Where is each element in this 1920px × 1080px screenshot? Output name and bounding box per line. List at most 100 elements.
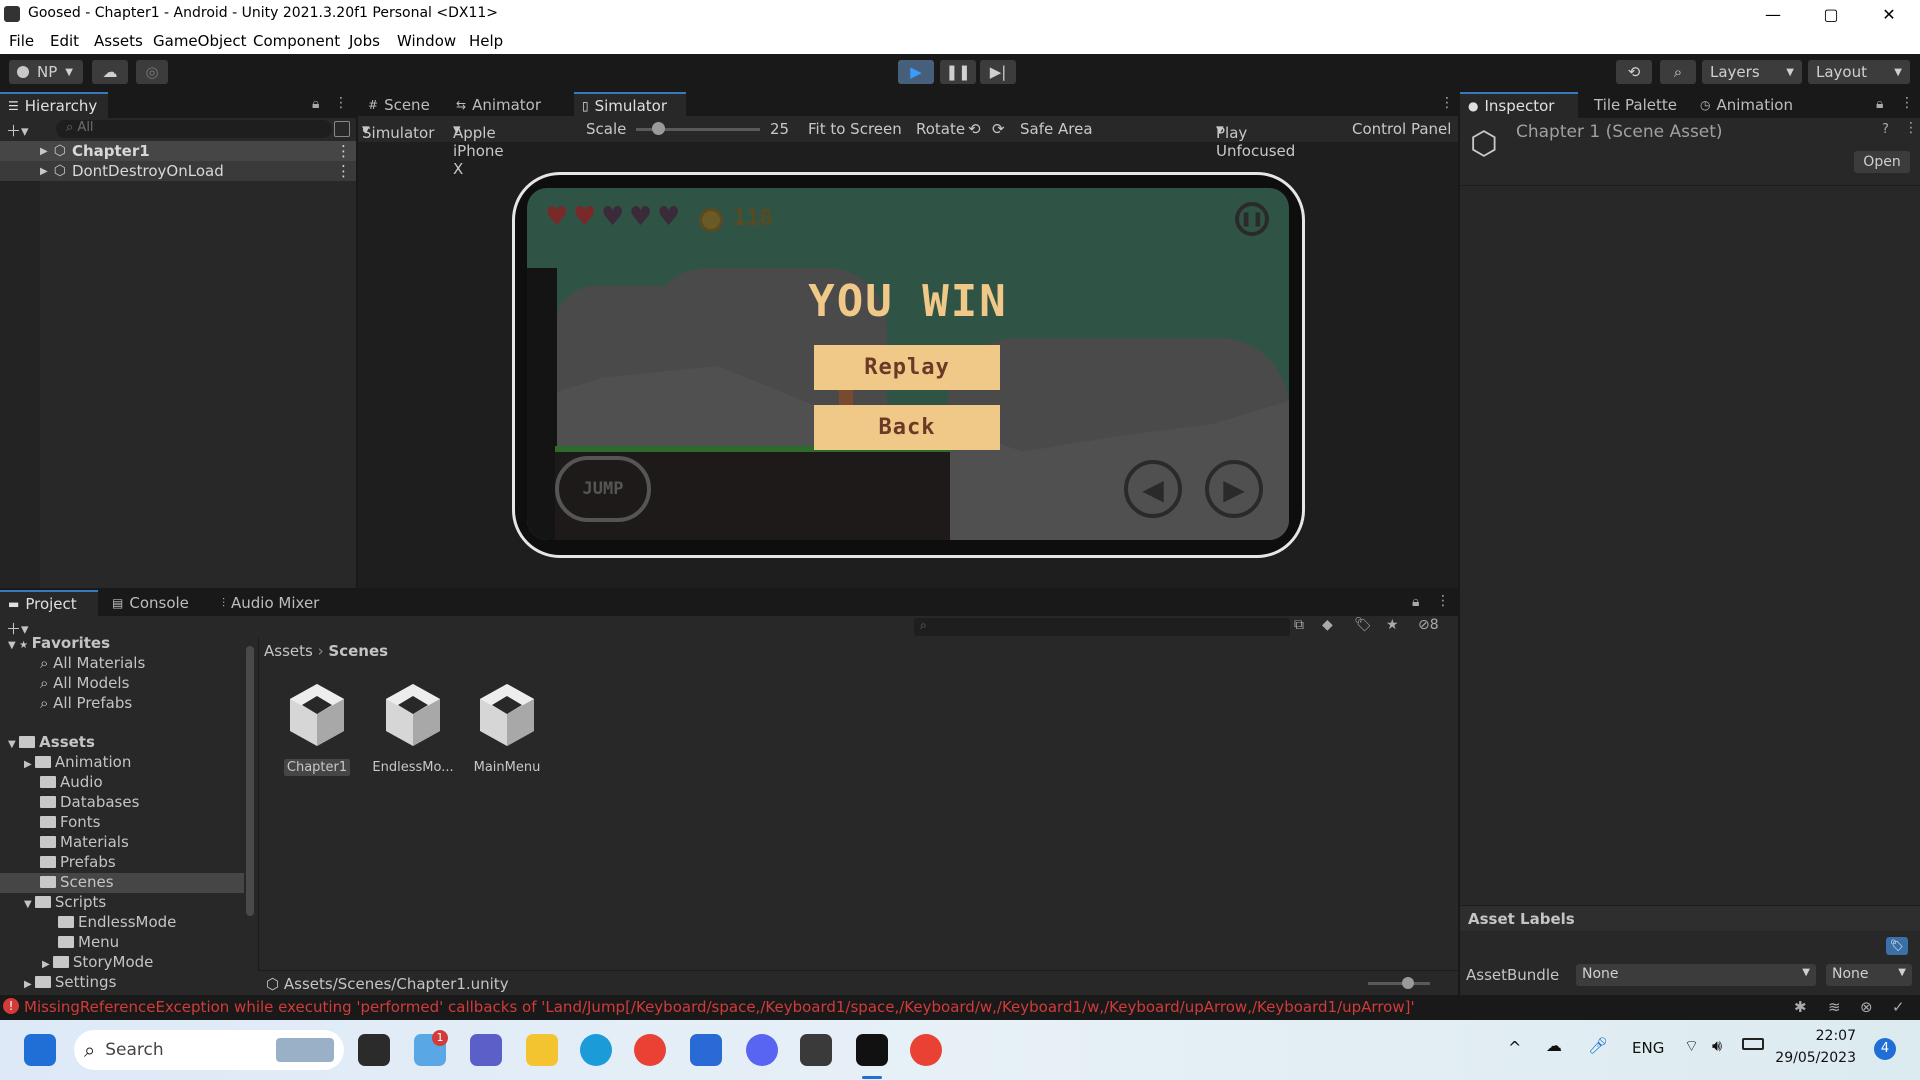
asset-endlessmode[interactable]: EndlessMo... <box>368 680 458 775</box>
more-options-icon[interactable]: ⋮ <box>336 162 351 180</box>
control-panel-button[interactable]: Control Panel <box>1352 120 1451 138</box>
rotate-right-icon[interactable]: ⟳ <box>992 120 1005 138</box>
more-options-icon[interactable]: ⋮ <box>1900 95 1914 111</box>
language-indicator[interactable]: ENG <box>1632 1039 1664 1057</box>
task-view-icon[interactable] <box>358 1034 390 1066</box>
pause-game-button[interactable]: ❚❚ <box>1235 202 1269 236</box>
play-button[interactable]: ▶ <box>898 60 934 84</box>
icon-size-slider-thumb[interactable] <box>1402 977 1414 989</box>
asset-mainmenu[interactable]: MainMenu <box>462 680 552 775</box>
teams-icon[interactable] <box>470 1034 502 1066</box>
chrome-profile-icon[interactable] <box>910 1034 942 1066</box>
tab-inspector[interactable]: ● Inspector <box>1460 92 1578 118</box>
menu-assets[interactable]: Assets <box>94 32 143 50</box>
icon-size-slider[interactable] <box>1368 982 1430 985</box>
collab-button[interactable]: ◎ <box>136 60 168 84</box>
chevron-up-icon[interactable]: ^ <box>1508 1038 1521 1057</box>
tab-project[interactable]: ▬ Project <box>0 590 98 616</box>
folder-item[interactable]: Audio <box>40 773 103 791</box>
assetbundle-dropdown[interactable]: None ▼ <box>1576 964 1816 986</box>
lock-icon[interactable]: 🔒︎ <box>1876 96 1883 112</box>
lock-icon[interactable]: 🔒︎ <box>1412 594 1419 610</box>
tab-audio-mixer[interactable]: ⫶ Audio Mixer <box>214 590 327 616</box>
folder-item[interactable]: Fonts <box>40 813 100 831</box>
tab-simulator[interactable]: ▯ Simulator <box>574 92 686 118</box>
asset-chapter1[interactable]: Chapter1 <box>272 680 362 776</box>
maximize-button[interactable]: ▢ <box>1802 0 1860 28</box>
cloud-button[interactable]: ☁ <box>92 60 128 84</box>
unity-hub-icon[interactable] <box>800 1034 832 1066</box>
favorite-item[interactable]: ⌕ All Materials <box>40 654 145 672</box>
tab-scene[interactable]: # Scene <box>360 92 438 118</box>
more-options-icon[interactable]: ⋮ <box>336 142 351 160</box>
layers-dropdown[interactable]: Layers ▼ <box>1702 60 1802 84</box>
stack-icon[interactable]: ≋ <box>1828 998 1841 1016</box>
open-button[interactable]: Open <box>1854 151 1910 173</box>
battery-icon[interactable] <box>1742 1038 1764 1050</box>
menu-component[interactable]: Component <box>253 32 340 50</box>
type-filter-icon[interactable]: ◆ <box>1322 617 1333 633</box>
folder-item[interactable]: Databases <box>40 793 139 811</box>
assets-root[interactable]: ▼ Assets <box>8 733 95 751</box>
folder-item[interactable]: EndlessMode <box>58 913 176 931</box>
bug-icon[interactable]: ✱ <box>1794 998 1807 1016</box>
tree-scrollbar[interactable] <box>246 646 254 916</box>
onedrive-icon[interactable]: ☁ <box>1546 1036 1562 1055</box>
clock-date[interactable]: 29/05/2023 <box>1766 1050 1856 1066</box>
tab-console[interactable]: ▤ Console <box>104 590 197 616</box>
minimize-button[interactable]: — <box>1744 0 1802 28</box>
more-options-icon[interactable]: ⋮ <box>1436 593 1450 609</box>
wifi-icon[interactable]: ⌔ <box>1684 1036 1699 1056</box>
microphone-icon[interactable]: 🎤︎ <box>1588 1036 1608 1055</box>
account-button[interactable]: NP ▼ <box>9 60 83 84</box>
tag-icon[interactable]: 🏷︎ <box>1886 937 1908 955</box>
fit-to-screen-button[interactable]: Fit to Screen <box>808 120 902 138</box>
folder-item[interactable]: ▼ Scripts <box>24 893 106 911</box>
file-explorer-icon[interactable] <box>526 1034 558 1066</box>
step-button[interactable]: ▶| <box>980 60 1016 84</box>
menu-help[interactable]: Help <box>469 32 503 50</box>
folder-item[interactable]: ▶ Animation <box>24 753 131 771</box>
edge-icon[interactable] <box>580 1034 612 1066</box>
create-button[interactable]: ＋▾ <box>6 120 42 140</box>
favorites-header[interactable]: ▼ ★ Favorites <box>8 634 110 652</box>
menu-jobs[interactable]: Jobs <box>349 32 380 50</box>
clock-time[interactable]: 22:07 <box>1786 1028 1856 1044</box>
hierarchy-search-input[interactable]: ⌕ All <box>56 120 332 138</box>
menu-file[interactable]: File <box>9 32 34 50</box>
right-arrow-button[interactable]: ▶ <box>1205 460 1263 518</box>
unity-editor-icon[interactable] <box>856 1034 888 1066</box>
tab-animator[interactable]: ⇆ Animator <box>448 92 549 118</box>
folder-item[interactable]: ▶ Settings <box>24 973 116 991</box>
filter-icon[interactable] <box>334 121 350 137</box>
chrome-icon[interactable] <box>634 1034 666 1066</box>
status-bar[interactable]: ! MissingReferenceException while execut… <box>0 995 1920 1020</box>
discord-icon[interactable] <box>746 1034 778 1066</box>
favorite-star-icon[interactable]: ★ <box>1386 617 1399 633</box>
folder-item[interactable]: ▶ StoryMode <box>42 953 153 971</box>
folder-item[interactable]: Materials <box>40 833 129 851</box>
hierarchy-item-dontdestroyonload[interactable]: ▶ ⬡ DontDestroyOnLoad ⋮ <box>0 161 356 181</box>
project-search-input[interactable]: ⌕ <box>914 618 1290 636</box>
more-options-icon[interactable]: ⋮ <box>1904 120 1918 136</box>
lock-icon[interactable]: 🔒︎ <box>312 96 319 112</box>
pause-button[interactable]: ❚❚ <box>940 60 976 84</box>
volume-icon[interactable]: 🔊︎ <box>1712 1036 1722 1056</box>
notification-badge[interactable]: 4 <box>1874 1038 1896 1060</box>
safe-area-toggle[interactable]: Safe Area <box>1020 120 1093 138</box>
hierarchy-item-chapter1[interactable]: ▶ ⬡ Chapter1 ⋮ <box>0 141 356 161</box>
simulator-mode-dropdown[interactable]: Simulator ▾ <box>362 120 434 142</box>
rotate-left-icon[interactable]: ⟲ <box>968 120 981 138</box>
variant-dropdown[interactable]: None ▼ <box>1826 964 1912 986</box>
help-icon[interactable]: ? <box>1882 122 1889 137</box>
network-icon[interactable]: ⊗ <box>1860 998 1873 1016</box>
tab-animation[interactable]: ◷ Animation <box>1692 92 1801 118</box>
check-icon[interactable]: ✓ <box>1892 998 1905 1016</box>
search-filter-icon[interactable]: ⧉ <box>1294 617 1304 633</box>
play-mode-dropdown[interactable]: Play Unfocused ▾ <box>1216 120 1295 160</box>
store-icon[interactable] <box>690 1034 722 1066</box>
search-button[interactable]: ⌕ <box>1660 60 1696 84</box>
layout-dropdown[interactable]: Layout ▼ <box>1808 60 1910 84</box>
menu-edit[interactable]: Edit <box>50 32 79 50</box>
replay-button[interactable]: Replay <box>814 345 1000 390</box>
